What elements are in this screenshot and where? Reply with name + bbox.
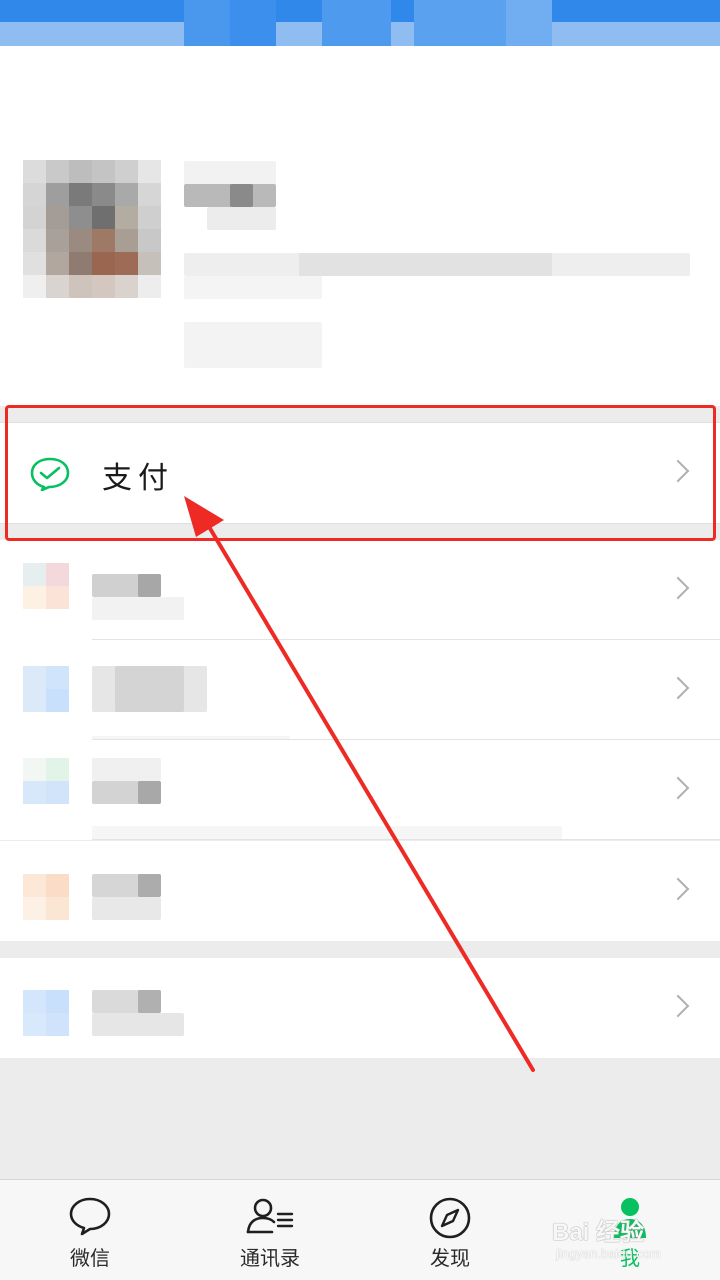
pay-label: 支付 <box>102 461 174 496</box>
menu-label-blur <box>92 597 184 620</box>
tab-me[interactable]: 我 <box>540 1180 720 1280</box>
menu-row-1[interactable] <box>0 540 720 640</box>
menu-label-blur <box>138 574 161 597</box>
menu-label-blur <box>138 781 161 804</box>
chevron-right-icon <box>666 676 690 700</box>
chat-bubble-icon <box>69 1197 111 1236</box>
menu-row-2[interactable] <box>0 640 720 756</box>
person-icon <box>614 1198 646 1238</box>
tab-contacts[interactable]: 通讯录 <box>180 1180 360 1280</box>
status-bar <box>0 0 720 46</box>
compass-icon <box>429 1197 471 1239</box>
menu-row-icon <box>23 990 69 1036</box>
tab-label: 通讯录 <box>240 1246 300 1270</box>
menu-row-4[interactable] <box>0 841 720 941</box>
menu-row-icon <box>23 874 69 920</box>
wechat-id-blur <box>184 322 322 368</box>
status-bar-blur <box>322 0 391 46</box>
chevron-right-icon <box>666 576 690 600</box>
wechat-pay-icon <box>30 457 70 491</box>
menu-label-blur <box>92 826 562 840</box>
menu-row-3[interactable] <box>0 740 720 840</box>
menu-label-blur <box>92 758 161 781</box>
row-divider <box>92 839 720 840</box>
menu-row-icon <box>23 666 69 712</box>
tab-bar: 微信 通讯录 发现 我 <box>0 1179 720 1280</box>
profile-header[interactable] <box>0 46 720 406</box>
status-bar-blur <box>506 0 552 46</box>
chevron-right-icon <box>666 877 690 901</box>
nickname-blur <box>230 184 253 207</box>
avatar[interactable] <box>23 160 161 298</box>
contacts-icon <box>246 1198 294 1234</box>
menu-label-blur <box>92 897 161 920</box>
tab-label: 我 <box>620 1246 640 1270</box>
status-bar-blur <box>414 0 506 46</box>
wechat-id-blur <box>299 253 552 276</box>
status-bar-blur <box>184 0 230 46</box>
menu-label-blur <box>92 1013 184 1036</box>
tab-discover[interactable]: 发现 <box>360 1180 540 1280</box>
menu-label-blur <box>138 874 161 897</box>
pay-row[interactable]: 支付 <box>0 422 720 524</box>
chevron-right-icon <box>666 994 690 1018</box>
tab-chats[interactable]: 微信 <box>0 1180 180 1280</box>
tab-label: 微信 <box>70 1246 110 1270</box>
menu-row-settings[interactable] <box>0 958 720 1058</box>
status-bar-blur <box>230 0 276 46</box>
wechat-id-blur <box>184 276 322 299</box>
menu-row-icon <box>23 758 69 804</box>
nickname-blur <box>207 207 276 230</box>
chevron-right-icon <box>666 776 690 800</box>
chevron-right-icon <box>666 459 690 483</box>
menu-row-icon <box>23 563 69 609</box>
nickname-blur <box>184 161 276 184</box>
tab-label: 发现 <box>430 1246 470 1270</box>
menu-label-blur <box>138 990 161 1013</box>
menu-label-blur <box>115 666 184 712</box>
